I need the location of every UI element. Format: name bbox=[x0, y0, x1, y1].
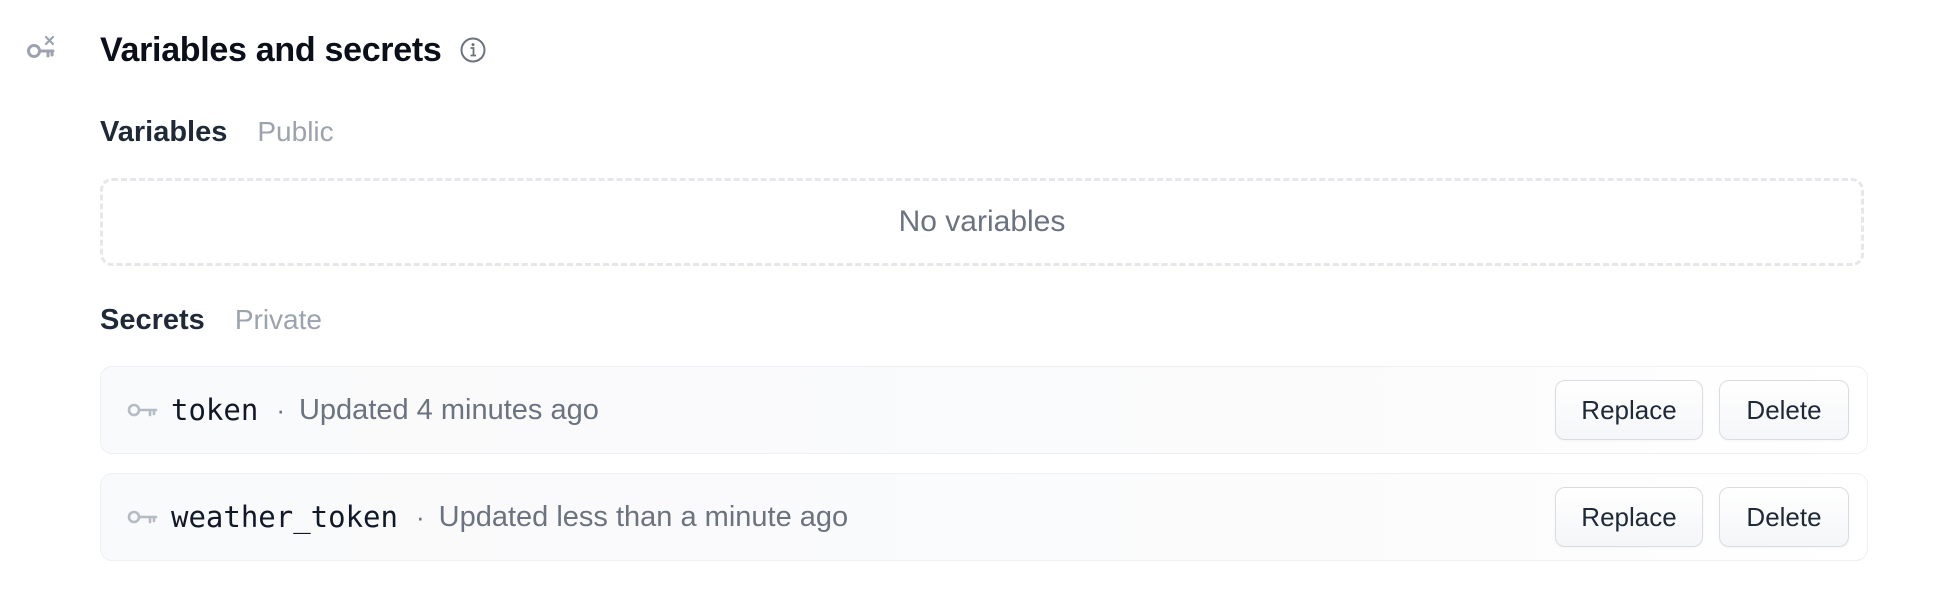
key-x-icon bbox=[26, 34, 60, 62]
secret-name: token bbox=[171, 393, 259, 427]
variables-heading: Variables Public bbox=[100, 116, 334, 149]
key-icon bbox=[127, 508, 159, 526]
variables-empty-state: No variables bbox=[100, 178, 1864, 266]
empty-state-text: No variables bbox=[898, 205, 1066, 238]
secret-name: weather_token bbox=[171, 500, 398, 534]
delete-button[interactable]: Delete bbox=[1719, 380, 1849, 440]
separator: · bbox=[276, 394, 285, 425]
row-actions: Replace Delete bbox=[1555, 487, 1849, 547]
delete-button[interactable]: Delete bbox=[1719, 487, 1849, 547]
secret-row: token · Updated 4 minutes ago Replace De… bbox=[100, 366, 1868, 454]
key-icon bbox=[127, 401, 159, 419]
replace-button[interactable]: Replace bbox=[1555, 380, 1703, 440]
secret-updated-time: Updated less than a minute ago bbox=[438, 500, 849, 533]
secret-row: weather_token · Updated less than a minu… bbox=[100, 473, 1868, 561]
section-header: Variables and secrets bbox=[100, 26, 487, 74]
page-title: Variables and secrets bbox=[100, 30, 442, 69]
separator: · bbox=[415, 501, 425, 532]
row-actions: Replace Delete bbox=[1555, 380, 1849, 440]
secrets-visibility-tag: Private bbox=[234, 304, 322, 335]
secret-updated-time: Updated 4 minutes ago bbox=[298, 393, 599, 426]
variables-visibility-tag: Public bbox=[257, 116, 334, 147]
secrets-heading: Secrets Private bbox=[100, 304, 322, 337]
info-icon[interactable] bbox=[459, 36, 487, 64]
variables-label: Variables bbox=[100, 116, 228, 148]
replace-button[interactable]: Replace bbox=[1555, 487, 1703, 547]
secrets-label: Secrets bbox=[100, 304, 205, 336]
